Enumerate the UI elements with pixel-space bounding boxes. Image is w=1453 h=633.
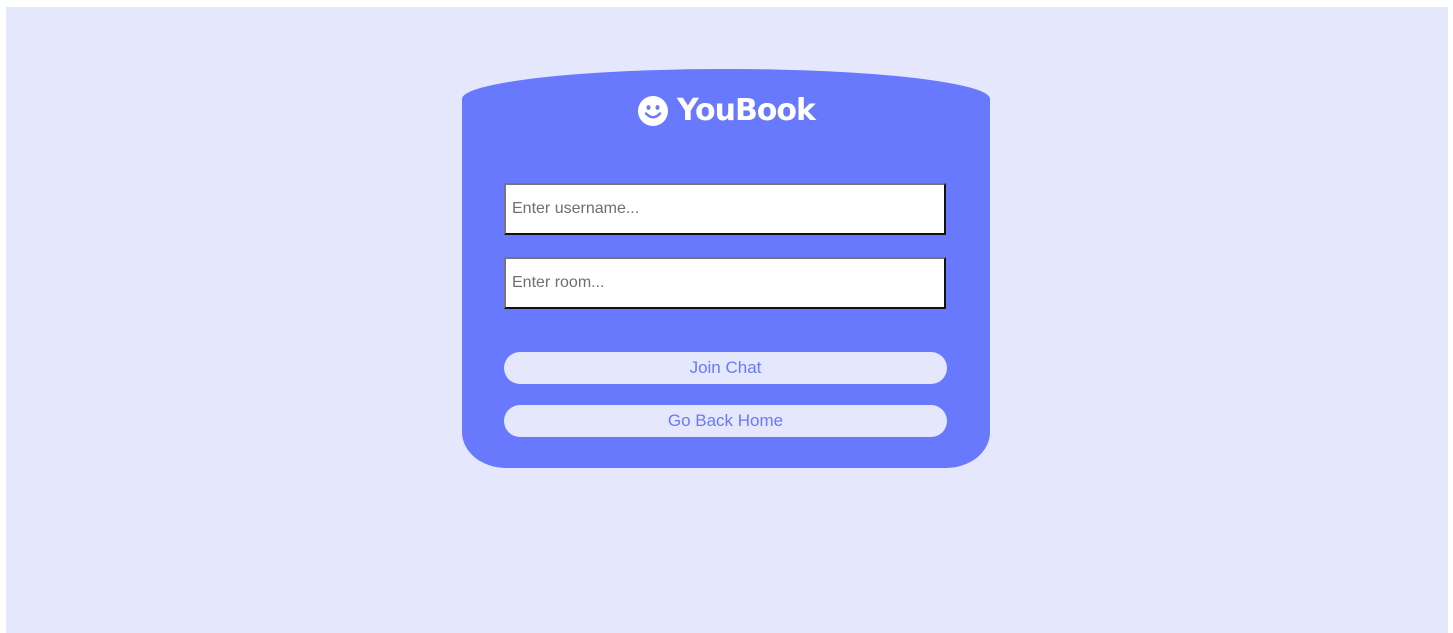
- brand-logo: YouBook: [462, 91, 990, 131]
- username-input[interactable]: [504, 183, 946, 235]
- join-chat-button[interactable]: Join Chat: [504, 352, 947, 384]
- brand-name: YouBook: [677, 93, 816, 128]
- go-back-home-button[interactable]: Go Back Home: [504, 405, 947, 437]
- page-background: YouBook Join Chat Go Back Home: [6, 7, 1448, 633]
- join-chat-card: YouBook Join Chat Go Back Home: [462, 69, 990, 468]
- smiley-face-icon: [638, 96, 668, 126]
- room-input[interactable]: [504, 257, 946, 309]
